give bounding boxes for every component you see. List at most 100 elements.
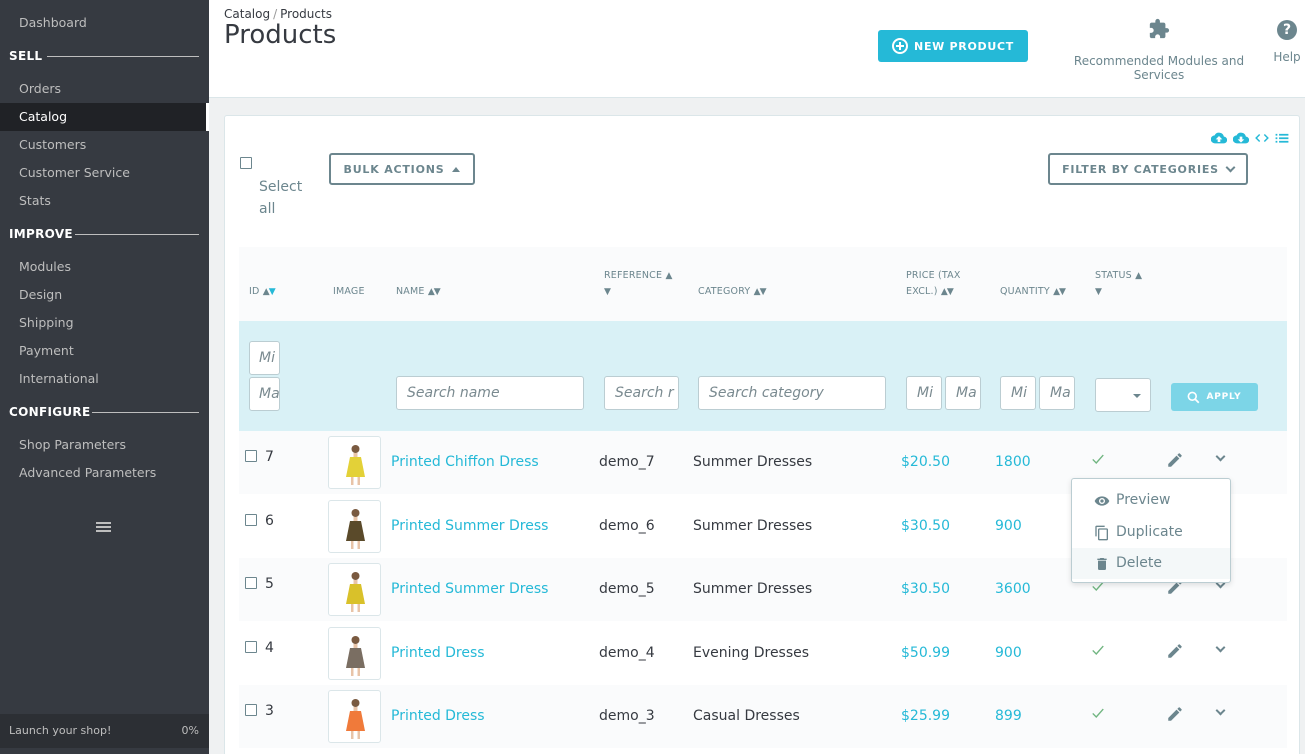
product-name-link[interactable]: Printed Summer Dress [391, 516, 548, 536]
row-checkbox[interactable] [245, 641, 257, 653]
id-max-input[interactable]: Ma [249, 377, 280, 411]
list-icon[interactable] [1275, 132, 1289, 144]
puzzle-icon [1049, 18, 1269, 46]
cloud-download-icon[interactable] [1232, 132, 1250, 144]
table-tools [1210, 132, 1289, 148]
price-max-input[interactable]: Ma [945, 376, 981, 410]
edit-pencil-icon[interactable] [1166, 642, 1184, 660]
sort-icon: ▲ [665, 271, 672, 281]
product-thumbnail [328, 563, 381, 616]
new-product-button[interactable]: NEW PRODUCT [878, 30, 1028, 62]
column-quantity[interactable]: QUANTITY ▲▼ [1000, 284, 1066, 300]
row-checkbox[interactable] [245, 577, 257, 589]
search-name-input[interactable]: Search name [396, 376, 584, 410]
product-price[interactable]: $20.50 [901, 452, 950, 472]
product-id: 3 [265, 703, 274, 719]
sidebar-item-customers[interactable]: Customers [19, 131, 86, 159]
page-title: Products [224, 20, 337, 50]
status-select[interactable] [1095, 378, 1151, 412]
id-min-input[interactable]: Mi [249, 341, 280, 375]
sidebar-item-international[interactable]: International [19, 365, 99, 393]
menu-collapse-icon[interactable] [96, 522, 111, 534]
sidebar-item-modules[interactable]: Modules [19, 253, 71, 281]
delete-menu-item[interactable]: Delete [1072, 548, 1230, 579]
sort-icon: ▲▼ [1053, 287, 1066, 297]
product-reference: demo_4 [599, 645, 655, 661]
eye-icon [1094, 496, 1110, 506]
bulk-actions-button[interactable]: BULK ACTIONS [329, 153, 475, 185]
sidebar-item-advanced-parameters[interactable]: Advanced Parameters [19, 459, 156, 487]
row-actions-chevron-icon[interactable] [1215, 642, 1226, 653]
duplicate-menu-item[interactable]: Duplicate [1072, 517, 1230, 548]
product-price[interactable]: $30.50 [901, 516, 950, 536]
edit-pencil-icon[interactable] [1166, 705, 1184, 723]
recommended-modules-button[interactable]: Recommended Modules and Services [1049, 18, 1269, 82]
status-enabled-icon[interactable] [1091, 706, 1105, 720]
preview-menu-item[interactable]: Preview [1072, 485, 1230, 516]
row-checkbox[interactable] [245, 450, 257, 462]
product-quantity[interactable]: 899 [995, 706, 1022, 726]
breadcrumb-products: Products [280, 7, 332, 21]
filter-by-categories-button[interactable]: FILTER BY CATEGORIES [1048, 153, 1248, 185]
product-name-link[interactable]: Printed Chiffon Dress [391, 452, 539, 472]
status-enabled-icon[interactable] [1091, 452, 1105, 466]
search-category-input[interactable]: Search category [698, 376, 886, 410]
product-name-link[interactable]: Printed Dress [391, 643, 485, 663]
sidebar-item-design[interactable]: Design [19, 281, 62, 309]
sidebar-item-stats[interactable]: Stats [19, 187, 51, 215]
price-min-input[interactable]: Mi [906, 376, 942, 410]
product-price[interactable]: $30.50 [901, 579, 950, 599]
code-icon[interactable] [1255, 132, 1270, 144]
product-name-link[interactable]: Printed Summer Dress [391, 579, 548, 599]
sidebar-item-dashboard[interactable]: Dashboard [19, 9, 87, 37]
product-price[interactable]: $25.99 [901, 706, 950, 726]
sidebar-item-shipping[interactable]: Shipping [19, 309, 74, 337]
row-actions-chevron-icon[interactable] [1215, 705, 1226, 716]
filter-row: Mi Ma Search name Search r Search catego… [239, 321, 1287, 431]
sidebar: Dashboard SELL Orders Catalog Customers … [0, 0, 209, 754]
column-category[interactable]: CATEGORY ▲▼ [698, 284, 767, 300]
sort-icon: ▲▼ [753, 287, 767, 297]
search-reference-input[interactable]: Search r [604, 376, 679, 410]
row-checkbox[interactable] [245, 704, 257, 716]
column-name[interactable]: NAME ▲▼ [396, 284, 441, 300]
edit-pencil-icon[interactable] [1166, 451, 1184, 469]
caret-up-icon [452, 166, 461, 172]
cloud-upload-icon[interactable] [1210, 132, 1228, 144]
launch-shop-bar[interactable]: Launch your shop! 0% [0, 714, 209, 748]
row-actions-chevron-icon[interactable] [1215, 451, 1226, 462]
column-price[interactable]: PRICE (TAX EXCL.) ▲▼ [906, 268, 961, 300]
select-all-checkbox[interactable] [240, 157, 252, 169]
sidebar-item-catalog[interactable]: Catalog [19, 103, 67, 131]
page-header: Catalog / Products Products NEW PRODUCT Re… [209, 0, 1305, 98]
product-name-link[interactable]: Printed Dress [391, 706, 485, 726]
column-status[interactable]: STATUS ▲ ▼ [1095, 268, 1142, 300]
sort-icon: ▲▼ [262, 287, 276, 297]
product-quantity[interactable]: 900 [995, 516, 1022, 536]
sidebar-item-orders[interactable]: Orders [19, 75, 61, 103]
product-reference: demo_5 [599, 581, 655, 597]
breadcrumb-catalog[interactable]: Catalog [224, 7, 270, 21]
help-button[interactable]: ? Help [1272, 18, 1302, 64]
section-improve-heading: IMPROVE [9, 227, 73, 241]
sidebar-item-shop-parameters[interactable]: Shop Parameters [19, 431, 126, 459]
row-checkbox[interactable] [245, 514, 257, 526]
apply-filter-button[interactable]: APPLY [1171, 383, 1258, 411]
column-reference[interactable]: REFERENCE ▲ ▼ [604, 268, 672, 300]
column-id[interactable]: ID ▲▼ [249, 284, 276, 300]
preview-label: Preview [1116, 492, 1171, 508]
sidebar-item-customer-service[interactable]: Customer Service [19, 159, 130, 187]
breadcrumb-separator: / [273, 7, 278, 21]
new-product-label: NEW PRODUCT [914, 39, 1014, 53]
sidebar-item-payment[interactable]: Payment [19, 337, 74, 365]
row-actions-menu: Preview Duplicate Delete [1071, 478, 1231, 583]
product-price[interactable]: $50.99 [901, 643, 950, 663]
help-icon: ? [1277, 20, 1297, 40]
product-quantity[interactable]: 1800 [995, 452, 1031, 472]
product-quantity[interactable]: 3600 [995, 579, 1031, 599]
product-quantity[interactable]: 900 [995, 643, 1022, 663]
select-all-label: Select all [259, 179, 303, 217]
status-enabled-icon[interactable] [1091, 643, 1105, 657]
quantity-max-input[interactable]: Ma [1039, 376, 1075, 410]
quantity-min-input[interactable]: Mi [1000, 376, 1036, 410]
